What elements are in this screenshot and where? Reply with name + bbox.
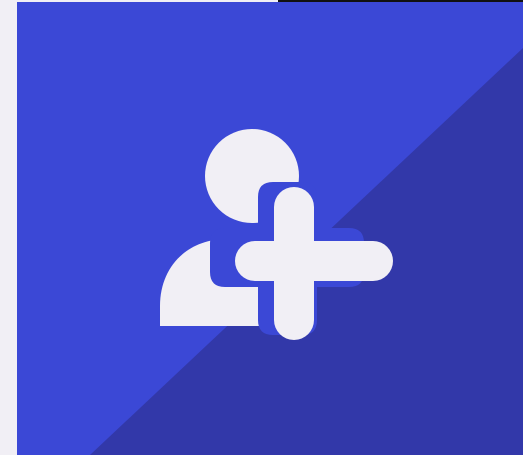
add-user-tile[interactable] [17,2,523,455]
app-stage [0,0,523,455]
tile-background [17,2,523,455]
